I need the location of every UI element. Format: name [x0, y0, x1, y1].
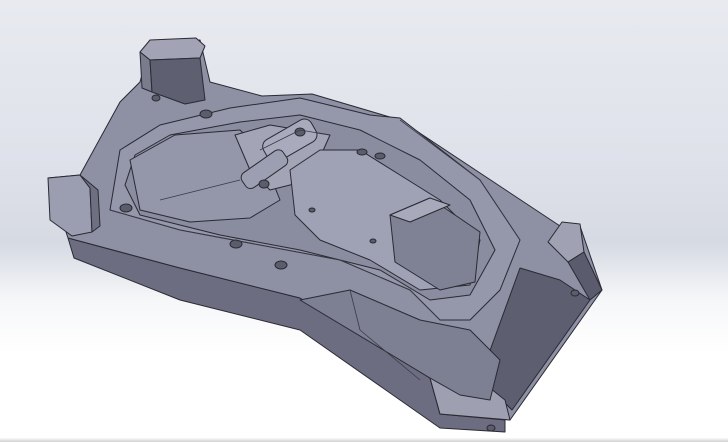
hole: [374, 152, 386, 160]
hole: [356, 148, 368, 156]
hole: [274, 260, 288, 270]
hole: [119, 203, 133, 213]
hole: [258, 179, 270, 189]
corner-post: [47, 174, 93, 237]
hole: [151, 94, 161, 102]
graphics-viewport[interactable]: [0, 0, 728, 442]
hole: [308, 207, 316, 213]
hole: [199, 109, 213, 119]
hole: [486, 424, 496, 432]
hole: [369, 238, 377, 244]
corner-post: [139, 37, 206, 61]
mold-base-model[interactable]: [0, 0, 728, 442]
hole: [570, 289, 580, 297]
